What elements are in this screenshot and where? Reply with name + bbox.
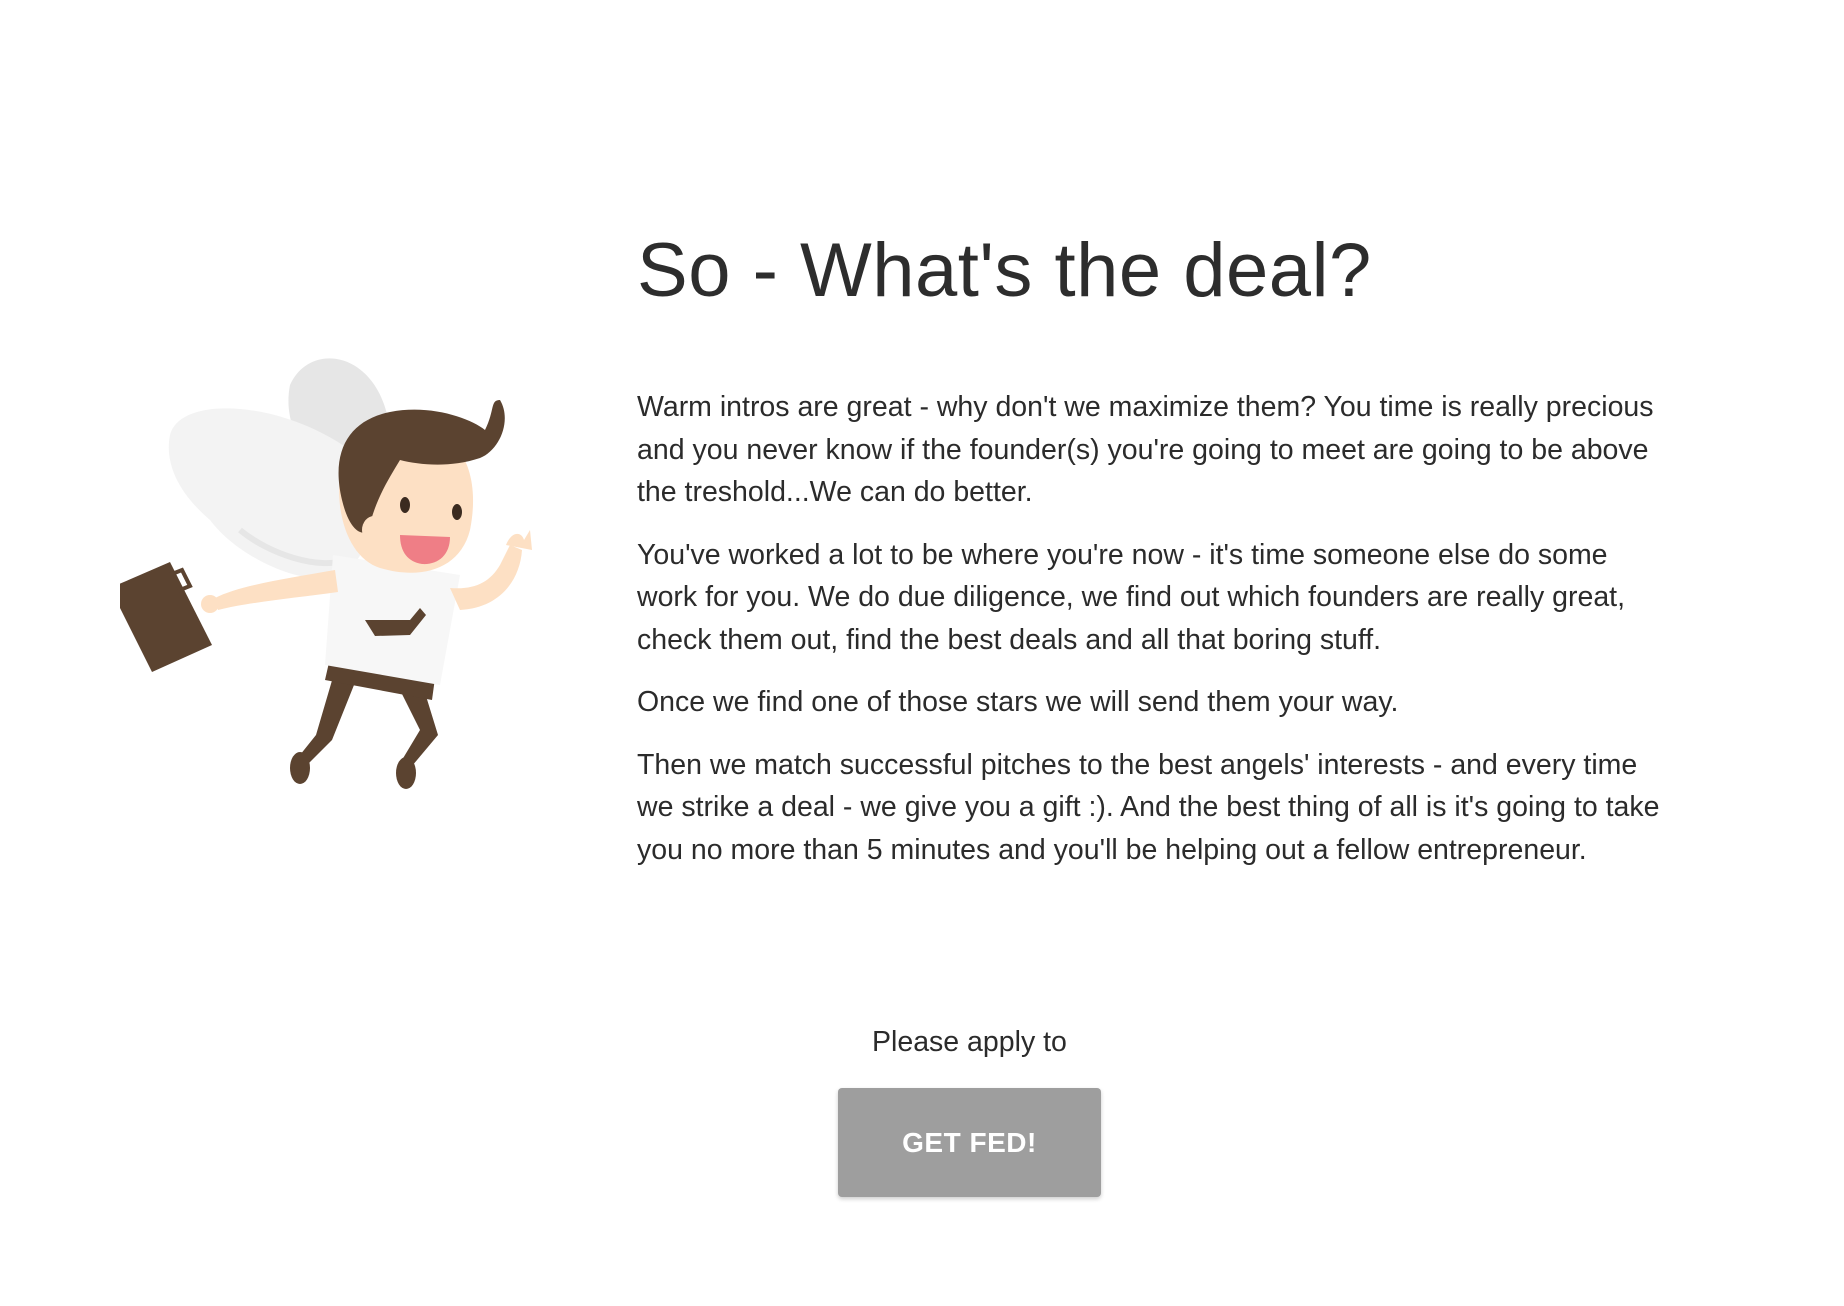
briefcase-icon <box>120 562 212 672</box>
paragraph-intro: Warm intros are great - why don't we max… <box>637 391 1654 509</box>
angel-businessman-illustration <box>120 358 532 789</box>
arm-left-icon <box>201 570 338 613</box>
apply-prompt: Please apply to <box>872 1026 1067 1058</box>
description: Warm intros are great - why don't we max… <box>637 386 1672 871</box>
paragraph-work: You've worked a lot to be where you're n… <box>637 538 1626 656</box>
page-title: So - What's the deal? <box>637 228 1372 313</box>
paragraph-match: Then we match successful pitches to the … <box>637 748 1660 866</box>
main-content: So - What's the deal? Warm intros are gr… <box>637 225 1672 891</box>
paragraph-stars: Once we find one of those stars we will … <box>637 686 1399 719</box>
head-icon <box>338 400 505 573</box>
get-fed-button[interactable]: GET FED! <box>838 1088 1101 1197</box>
